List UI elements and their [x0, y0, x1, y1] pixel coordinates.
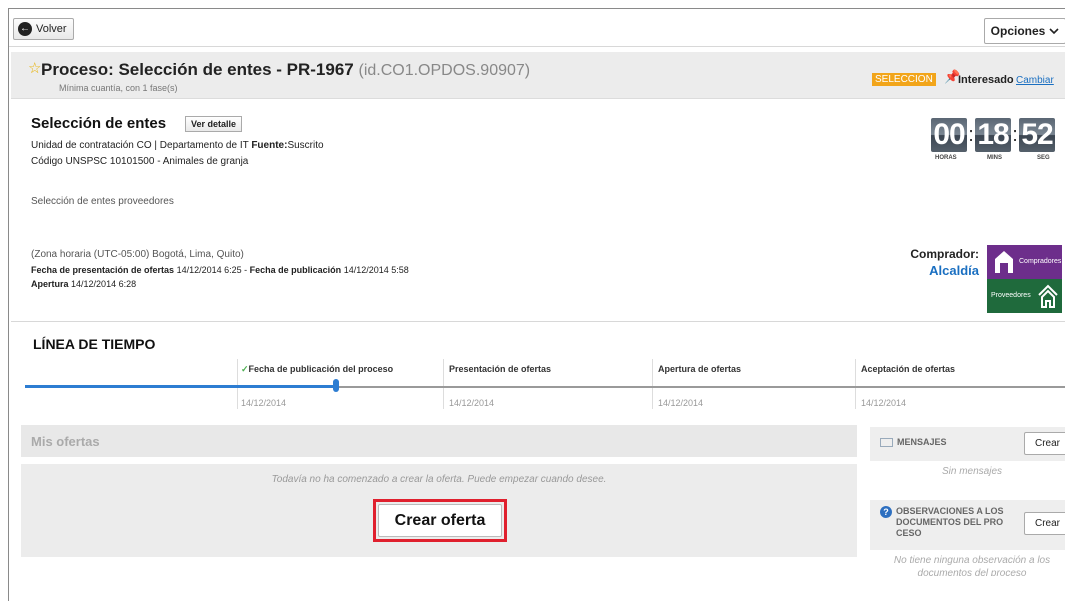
process-title: Proceso: Selección de entes - PR-1967 (i…: [41, 60, 530, 80]
offers-date-label: Fecha de presentación de ofertas: [31, 265, 175, 275]
selection-title: Selección de entes: [31, 115, 167, 132]
messages-title: MENSAJES: [897, 437, 947, 447]
my-offers-title: Mis ofertas: [31, 434, 100, 449]
process-title-text: Proceso: Selección de entes - PR-1967: [41, 60, 354, 79]
offers-empty-message: Todavía no ha comenzado a crear la ofert…: [271, 474, 607, 485]
back-button-label: Volver: [36, 23, 67, 35]
unit-line: Unidad de contratación CO | Departamento…: [31, 140, 249, 151]
timeline-date: 14/12/2014: [658, 398, 704, 408]
timeline-stage-opening: Apertura de ofertas: [658, 364, 742, 374]
timeline-title: LÍNEA DE TIEMPO: [33, 336, 156, 352]
logo-bottom-text: Proveedores: [991, 292, 1031, 299]
observations-empty: No tiene ninguna observación a los docum…: [893, 555, 1051, 576]
countdown-timer: 00 : 18 : 52: [931, 118, 1055, 152]
process-subtitle: Mínima cuantía, con 1 fase(s): [59, 83, 178, 93]
create-offer-button[interactable]: Crear oferta: [378, 504, 502, 537]
options-button[interactable]: Opciones: [984, 18, 1065, 44]
change-link[interactable]: Cambiar: [1016, 75, 1054, 86]
top-bar: ← Volver Opciones: [9, 9, 1065, 47]
timeline-stage-label: Fecha de publicación del proceso: [248, 364, 394, 374]
timer-mins-label: MINS: [987, 155, 1002, 161]
timeline-marker: [333, 379, 339, 392]
page-frame: ← Volver Opciones ☆ Proceso: Selección d…: [8, 8, 1065, 601]
view-detail-button[interactable]: Ver detalle: [185, 116, 243, 132]
observations-header: ? OBSERVACIONES A LOS DOCUMENTOS DEL PRO…: [870, 500, 1065, 550]
source-value: Suscrito: [287, 140, 324, 151]
back-button[interactable]: ← Volver: [13, 18, 74, 40]
buyer-house-icon: [995, 251, 1013, 273]
timer-secs: 52: [1019, 118, 1055, 152]
supplier-house-icon: [1038, 284, 1058, 308]
process-description: Selección de entes proveedores: [31, 196, 174, 207]
timeline-date: 14/12/2014: [449, 398, 495, 408]
interest-label: Interesado: [958, 74, 1014, 86]
timer-hours-label: HORAS: [935, 155, 957, 161]
options-button-label: Opciones: [990, 24, 1046, 38]
buyer-label: Comprador:: [910, 247, 979, 261]
timeline-progress: [25, 385, 336, 388]
check-icon: ✓: [241, 364, 249, 374]
messages-header: MENSAJES Crear: [870, 427, 1065, 461]
process-info: Selección de entes Ver detalle Unidad de…: [11, 100, 1065, 322]
process-header: ☆ Proceso: Selección de entes - PR-1967 …: [11, 52, 1065, 99]
dates-line: Fecha de presentación de ofertas 14/12/2…: [31, 265, 409, 275]
help-icon: ?: [880, 506, 892, 518]
publication-date-label: Fecha de publicación: [249, 265, 342, 275]
offers-date-value: 14/12/2014 6:25: [176, 265, 242, 275]
logo-top-text: Compradores: [1019, 258, 1062, 265]
create-message-button[interactable]: Crear: [1024, 432, 1065, 455]
contracting-unit: Unidad de contratación CO | Departamento…: [31, 140, 324, 151]
publication-date-value: 14/12/2014 5:58: [343, 265, 409, 275]
my-offers-panel: Todavía no ha comenzado a crear la ofert…: [21, 464, 857, 557]
timer-mins: 18: [975, 118, 1011, 152]
buyer-name[interactable]: Alcaldía: [901, 263, 979, 278]
observations-title: OBSERVACIONES A LOS DOCUMENTOS DEL PRO C…: [896, 506, 1004, 538]
chevron-down-icon: [1049, 28, 1059, 35]
back-arrow-icon: ←: [18, 22, 32, 36]
opening-line: Apertura 14/12/2014 6:28: [31, 279, 136, 289]
timeline-stage-acceptance: Aceptación de ofertas: [861, 364, 956, 374]
opening-date-label: Apertura: [31, 279, 69, 289]
timeline-date: 14/12/2014: [861, 398, 907, 408]
create-observation-button[interactable]: Crear: [1024, 512, 1065, 535]
process-id: (id.CO1.OPDOS.90907): [358, 62, 531, 79]
timeline-stage-publication: ✓Fecha de publicación del proceso: [241, 364, 393, 375]
unspsc-code: Código UNSPSC 10101500 - Animales de gra…: [31, 156, 249, 167]
timezone-text: (Zona horaria (UTC-05:00) Bogotá, Lima, …: [31, 249, 244, 260]
star-icon[interactable]: ☆: [28, 59, 41, 77]
my-offers-header: Mis ofertas: [21, 425, 857, 457]
colombia-compra-logo: Compradores Proveedores: [987, 245, 1062, 313]
timeline-date: 14/12/2014: [241, 398, 287, 408]
opening-date-value: 14/12/2014 6:28: [71, 279, 137, 289]
status-badge: SELECCION: [872, 73, 936, 86]
create-offer-highlight: Crear oferta: [373, 499, 507, 542]
timeline-stage-offers: Presentación de ofertas: [449, 364, 552, 374]
envelope-icon: [880, 438, 893, 447]
messages-empty: Sin mensajes: [941, 466, 1003, 477]
timer-secs-label: SEG: [1037, 155, 1050, 161]
source-label: Fuente:: [251, 140, 288, 151]
timer-hours: 00: [931, 118, 967, 152]
